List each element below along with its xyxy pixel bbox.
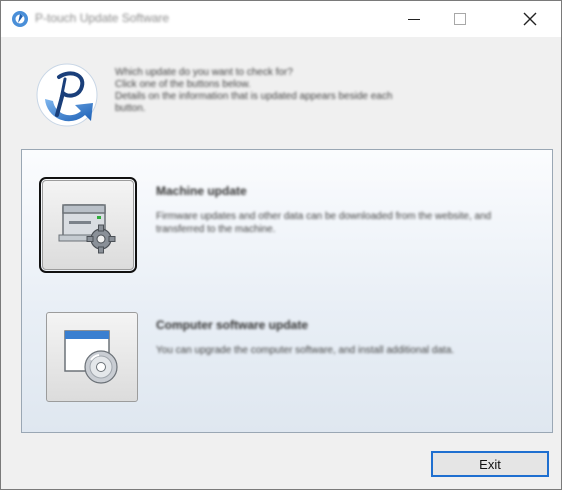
computer-software-cd-icon xyxy=(64,330,118,384)
minimize-button[interactable] xyxy=(391,1,437,37)
ptouch-update-logo-icon xyxy=(36,63,98,127)
update-options-panel: Machine update Firmware updates and othe… xyxy=(21,149,553,433)
maximize-icon xyxy=(454,13,466,25)
close-icon xyxy=(523,12,537,26)
window-title: P-touch Update Software xyxy=(35,11,170,25)
app-window: P-touch Update Software Which update do … xyxy=(0,0,562,490)
machine-update-button[interactable] xyxy=(39,177,137,273)
computer-software-update-title: Computer software update xyxy=(156,318,309,332)
app-logo-icon xyxy=(12,11,28,27)
exit-button-label: Exit xyxy=(479,456,501,472)
close-button[interactable] xyxy=(507,1,553,37)
intro-line: button. xyxy=(115,103,146,114)
intro-line: Details on the information that is updat… xyxy=(115,91,393,102)
machine-settings-icon xyxy=(58,204,116,254)
intro-line: Which update do you want to check for? xyxy=(115,67,293,78)
intro-text: Which update do you want to check for? C… xyxy=(115,67,525,115)
machine-update-title: Machine update xyxy=(156,184,247,198)
maximize-button[interactable] xyxy=(437,1,483,37)
computer-software-update-button[interactable] xyxy=(46,312,138,402)
computer-software-update-description: You can upgrade the computer software, a… xyxy=(156,345,455,356)
title-bar[interactable]: P-touch Update Software xyxy=(1,1,561,37)
intro-line: Click one of the buttons below. xyxy=(115,79,251,90)
minimize-icon xyxy=(408,18,420,20)
exit-button[interactable]: Exit xyxy=(431,451,549,477)
machine-update-description: Firmware updates and other data can be d… xyxy=(156,211,492,235)
